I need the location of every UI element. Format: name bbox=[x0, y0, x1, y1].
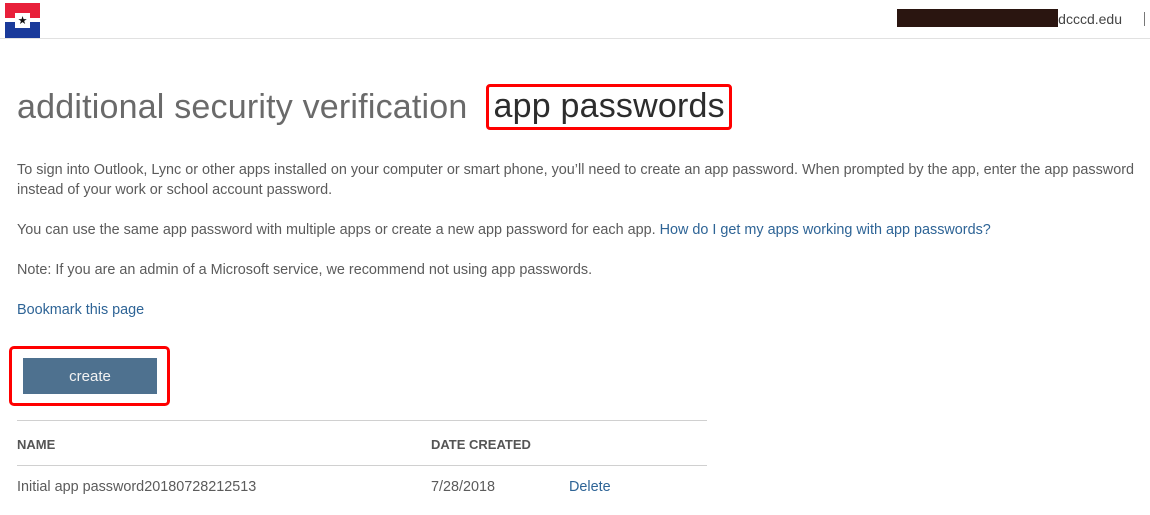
star-icon: ★ bbox=[15, 13, 30, 28]
admin-note: Note: If you are an admin of a Microsoft… bbox=[17, 262, 593, 278]
create-button[interactable]: create bbox=[23, 358, 157, 394]
page-title: additional security verification app pas… bbox=[17, 84, 732, 130]
intro-paragraph: To sign into Outlook, Lync or other apps… bbox=[17, 162, 1134, 198]
app-passwords-table: NAME DATE CREATED Initial app password20… bbox=[17, 420, 707, 510]
delete-link[interactable]: Delete bbox=[569, 479, 611, 495]
redacted-username bbox=[897, 9, 1059, 27]
college-flag-logo-icon[interactable]: ★ bbox=[5, 3, 40, 38]
reuse-paragraph-text: You can use the same app password with m… bbox=[17, 222, 660, 238]
column-header-name: NAME bbox=[17, 437, 56, 452]
table-header: NAME DATE CREATED bbox=[17, 421, 707, 466]
app-password-date: 7/28/2018 bbox=[431, 479, 496, 495]
page-subtitle-highlighted: app passwords bbox=[485, 84, 732, 130]
user-domain: dcccd.edu bbox=[1058, 11, 1122, 27]
user-account-area[interactable]: dcccd.edu bbox=[897, 0, 1150, 38]
header-separator bbox=[1144, 12, 1145, 26]
app-password-name: Initial app password20180728212513 bbox=[17, 479, 257, 495]
bookmark-paragraph: Bookmark this page bbox=[17, 300, 144, 320]
reuse-paragraph: You can use the same app password with m… bbox=[17, 220, 991, 240]
top-bar: ★ dcccd.edu bbox=[0, 0, 1150, 39]
column-header-date-created: DATE CREATED bbox=[431, 437, 531, 452]
help-link-app-passwords[interactable]: How do I get my apps working with app pa… bbox=[660, 222, 991, 238]
page-title-text: additional security verification bbox=[17, 87, 468, 126]
table-row: Initial app password20180728212513 7/28/… bbox=[17, 466, 707, 510]
bookmark-link[interactable]: Bookmark this page bbox=[17, 302, 144, 318]
